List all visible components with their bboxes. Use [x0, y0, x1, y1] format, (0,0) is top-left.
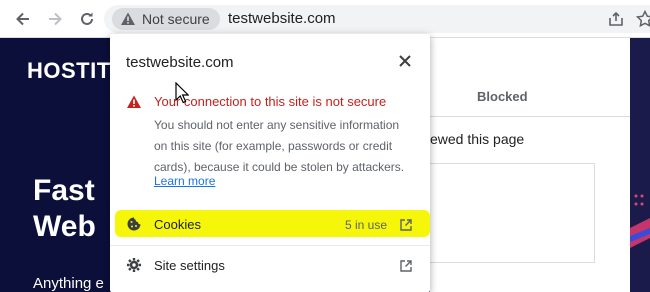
warning-triangle-icon — [127, 95, 141, 108]
forward-arrow-icon — [49, 12, 62, 26]
back-arrow-icon — [16, 12, 29, 26]
back-button[interactable] — [12, 8, 34, 30]
learn-more-link[interactable]: Learn more — [154, 174, 215, 188]
tab-blocked[interactable]: Blocked — [477, 89, 528, 104]
reload-icon — [81, 12, 93, 25]
address-bar[interactable]: Not secure testwebsite.com — [104, 5, 650, 33]
gear-icon — [127, 258, 141, 272]
site-settings-label[interactable]: Site settings — [154, 258, 225, 273]
cookies-count: 5 in use — [345, 218, 388, 232]
site-subtext: Anything e — [33, 275, 104, 292]
share-icon[interactable] — [608, 11, 624, 27]
popup-domain: testwebsite.com — [126, 54, 234, 71]
site-heading: Fast Web — [33, 174, 96, 243]
decorative-strip — [630, 38, 650, 292]
site-logo[interactable]: HOSTIT — [27, 58, 111, 84]
security-chip[interactable]: Not secure — [112, 8, 220, 30]
connection-warning-body: You should not enter any sensitive infor… — [154, 118, 405, 174]
browser-toolbar: Not secure testwebsite.com — [0, 0, 650, 38]
cookie-panel: Blocked ewed this page — [430, 38, 630, 292]
forward-button[interactable] — [44, 8, 66, 30]
tab-divider — [430, 116, 630, 117]
security-chip-label: Not secure — [142, 11, 210, 27]
url-text[interactable]: testwebsite.com — [228, 10, 336, 27]
panel-list-box — [430, 163, 595, 263]
panel-text: ewed this page — [430, 131, 525, 147]
external-link-icon — [400, 219, 412, 231]
popup-divider — [110, 245, 430, 246]
cookies-label: Cookies — [154, 217, 201, 232]
close-icon — [399, 55, 411, 67]
reload-button[interactable] — [76, 8, 98, 30]
star-icon[interactable] — [636, 10, 650, 28]
decorative-graphic — [630, 188, 650, 248]
external-link-icon[interactable] — [399, 259, 413, 273]
warning-triangle-icon — [121, 12, 135, 25]
mouse-cursor-icon — [175, 82, 189, 104]
site-info-popup: testwebsite.com Your connection to this … — [110, 34, 430, 292]
cookie-icon — [127, 217, 141, 231]
close-button[interactable] — [396, 52, 414, 70]
